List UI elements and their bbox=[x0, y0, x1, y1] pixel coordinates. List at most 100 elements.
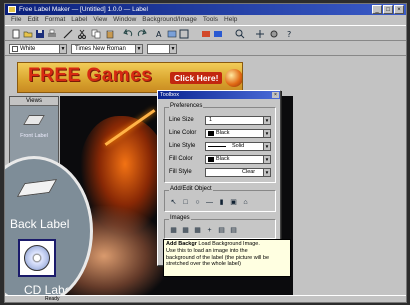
text-tool-icon[interactable]: A bbox=[155, 29, 165, 39]
fill-style-row: Fill Style Clear ▼ bbox=[169, 168, 273, 178]
line-icon[interactable] bbox=[63, 29, 73, 39]
line-color-value: Black bbox=[216, 130, 230, 136]
fill-color-label: Fill Color bbox=[169, 156, 193, 162]
background-image-icon[interactable]: ▤ bbox=[217, 227, 226, 235]
banner-cta-button[interactable]: Click Here! bbox=[170, 72, 223, 84]
line-size-value: 1 bbox=[209, 117, 213, 123]
color-select[interactable]: White ▼ bbox=[9, 44, 67, 54]
front-label-icon[interactable] bbox=[23, 115, 45, 125]
front-label-label[interactable]: Front Label bbox=[10, 133, 58, 139]
fill-style-select[interactable]: Clear ▼ bbox=[205, 168, 271, 177]
help-icon[interactable]: ? bbox=[285, 29, 295, 39]
line-style-row: Line Style Solid ▼ bbox=[169, 142, 273, 152]
shape-tool-icon[interactable] bbox=[179, 29, 189, 39]
chevron-down-icon: ▼ bbox=[135, 45, 142, 53]
barcode-icon[interactable]: ▮ bbox=[217, 199, 226, 207]
banner-title: FREE Games bbox=[28, 65, 153, 86]
menu-view[interactable]: View bbox=[93, 15, 107, 25]
paste-icon[interactable] bbox=[105, 29, 115, 39]
workspace-area bbox=[294, 96, 406, 302]
color-tool-icon[interactable] bbox=[213, 29, 223, 39]
rectangle-icon[interactable]: □ bbox=[181, 199, 190, 207]
ad-banner[interactable]: FREE Games Click Here! bbox=[17, 62, 243, 93]
image-icon[interactable]: ▣ bbox=[229, 199, 238, 207]
line-style-select[interactable]: Solid ▼ bbox=[205, 142, 271, 151]
save-icon[interactable] bbox=[35, 29, 45, 39]
line-size-row: Line Size 1 ▼ bbox=[169, 116, 273, 126]
app-window: Free Label Maker — [Untitled] 1.0.0 — La… bbox=[4, 3, 407, 303]
fill-color-row: Fill Color Black ▼ bbox=[169, 155, 273, 165]
toolbox-title: Toolbox bbox=[160, 92, 179, 98]
chevron-down-icon: ▼ bbox=[263, 156, 270, 163]
chevron-down-icon: ▼ bbox=[59, 45, 66, 53]
clear-background-icon[interactable]: ▤ bbox=[229, 227, 238, 235]
main-toolbar: A ? bbox=[5, 25, 406, 41]
menu-background-image[interactable]: Background/Image bbox=[142, 15, 197, 25]
fill-style-label: Fill Style bbox=[169, 169, 192, 175]
views-header: Views bbox=[10, 97, 58, 106]
fill-color-select[interactable]: Black ▼ bbox=[205, 155, 271, 164]
menu-help[interactable]: Help bbox=[224, 15, 237, 25]
title-bar: Free Label Maker — [Untitled] 1.0.0 — La… bbox=[5, 4, 406, 15]
back-label-icon[interactable] bbox=[16, 178, 58, 198]
settings-icon[interactable] bbox=[269, 29, 279, 39]
open-icon[interactable] bbox=[23, 29, 33, 39]
add-background-icon[interactable]: + bbox=[205, 227, 214, 235]
preferences-label: Preferences bbox=[169, 103, 204, 109]
fill-color-swatch bbox=[208, 157, 214, 162]
remove-image-icon[interactable]: ▦ bbox=[193, 227, 202, 235]
cd-label-thumbnail[interactable] bbox=[18, 239, 56, 277]
image-tool-icon[interactable] bbox=[167, 29, 177, 39]
tooltip: Add Backgr Load Background Image. Use th… bbox=[163, 239, 291, 277]
new-icon[interactable] bbox=[11, 29, 21, 39]
zoom-icon[interactable] bbox=[235, 29, 245, 39]
font-size-select[interactable]: ▼ bbox=[147, 44, 177, 54]
line-style-preview bbox=[208, 146, 226, 147]
undo-icon[interactable] bbox=[123, 29, 133, 39]
menu-label[interactable]: Label bbox=[71, 15, 87, 25]
cut-icon[interactable] bbox=[77, 29, 87, 39]
redo-icon[interactable] bbox=[137, 29, 147, 39]
print-icon[interactable] bbox=[47, 29, 57, 39]
line-color-label: Line Color bbox=[169, 130, 197, 136]
shape-icon[interactable]: ⌂ bbox=[241, 199, 250, 207]
menu-file[interactable]: File bbox=[11, 15, 21, 25]
menu-edit[interactable]: Edit bbox=[27, 15, 38, 25]
fill-tool-icon[interactable] bbox=[201, 29, 211, 39]
chevron-down-icon: ▼ bbox=[263, 117, 270, 124]
line-style-value: Solid bbox=[232, 143, 245, 149]
close-icon[interactable]: × bbox=[272, 92, 279, 98]
line-color-swatch bbox=[208, 131, 214, 136]
tooltip-line-1: Load Background Image. bbox=[198, 241, 260, 247]
object-tools: ↖ □ ○ — ▮ ▣ ⌂ bbox=[169, 199, 250, 207]
svg-text:?: ? bbox=[287, 30, 291, 39]
line-color-row: Line Color Black ▼ bbox=[169, 129, 273, 139]
window-controls: _ □ × bbox=[372, 5, 404, 14]
line-color-select[interactable]: Black ▼ bbox=[205, 129, 271, 138]
status-bar: Ready bbox=[5, 295, 406, 302]
line-size-label: Line Size bbox=[169, 117, 194, 123]
cd-icon bbox=[24, 245, 50, 271]
fill-color-value: Black bbox=[216, 156, 230, 162]
menu-tools[interactable]: Tools bbox=[203, 15, 218, 25]
tooltip-line-4: stretched over the whole label) bbox=[166, 261, 241, 268]
close-button[interactable]: × bbox=[394, 5, 404, 14]
chevron-down-icon: ▼ bbox=[263, 169, 270, 176]
line-tool-icon[interactable]: — bbox=[205, 199, 214, 207]
ellipse-icon[interactable]: ○ bbox=[193, 199, 202, 207]
tooltip-button-text: Add Backgr bbox=[166, 241, 197, 247]
back-label-label[interactable]: Back Label bbox=[10, 217, 69, 231]
add-image-icon[interactable]: ▦ bbox=[169, 227, 178, 235]
arrange-icon[interactable] bbox=[255, 29, 265, 39]
pointer-icon[interactable]: ↖ bbox=[169, 199, 178, 207]
edit-image-icon[interactable]: ▦ bbox=[181, 227, 190, 235]
minimize-button[interactable]: _ bbox=[372, 5, 382, 14]
line-size-select[interactable]: 1 ▼ bbox=[205, 116, 271, 125]
font-select[interactable]: Times New Roman ▼ bbox=[71, 44, 143, 54]
menu-format[interactable]: Format bbox=[45, 15, 66, 25]
maximize-button[interactable]: □ bbox=[383, 5, 393, 14]
tooltip-line-3: background of the label (the picture wil… bbox=[166, 254, 270, 261]
copy-icon[interactable] bbox=[91, 29, 101, 39]
menu-window[interactable]: Window bbox=[113, 15, 136, 25]
toolbox-title-bar[interactable]: Toolbox × bbox=[158, 91, 280, 99]
